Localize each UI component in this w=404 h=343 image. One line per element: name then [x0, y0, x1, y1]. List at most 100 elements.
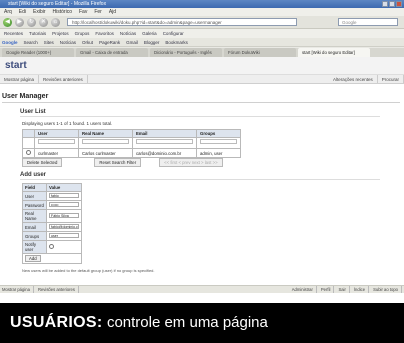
- browser-tab-active[interactable]: start [Wiki do seguro Editar]: [298, 48, 370, 57]
- pager-buttons[interactable]: << first < prev next > last >>: [159, 158, 223, 167]
- menu-item[interactable]: Fav: [79, 8, 87, 16]
- form-row: Groups user: [22, 231, 82, 241]
- old-revisions-link[interactable]: Revisões anteriores: [39, 75, 88, 83]
- browser-tab[interactable]: Google Reader (1000+): [2, 48, 74, 57]
- bookmark-item[interactable]: Galeria: [142, 29, 157, 38]
- filter-groups-input[interactable]: [200, 139, 237, 144]
- menu-item[interactable]: Edi: [19, 8, 26, 16]
- search-link[interactable]: Procurar: [378, 75, 404, 83]
- toolbar-item[interactable]: PageRank: [99, 38, 120, 46]
- bookmark-item[interactable]: Configurar: [163, 29, 184, 38]
- email-field[interactable]: fabio@dominio.com.br: [49, 224, 79, 229]
- filter-row: [22, 137, 241, 149]
- menu-item[interactable]: Arq: [4, 8, 12, 16]
- menu-bar: Arq Edi Exibir Histórico Fav Fer Ajd: [0, 8, 404, 16]
- minimize-button[interactable]: [382, 1, 388, 7]
- field-label: Password: [22, 200, 47, 210]
- address-bar[interactable]: http://localhost/dokuwiki/doku.php?id=st…: [67, 18, 297, 26]
- toolbar-item[interactable]: Notícias: [60, 38, 76, 46]
- bottom-link[interactable]: Índice: [354, 286, 370, 293]
- maximize-button[interactable]: [389, 1, 395, 7]
- bookmark-item[interactable]: Tutoriais: [29, 29, 46, 38]
- column-header[interactable]: Groups: [196, 129, 241, 138]
- notify-user-checkbox[interactable]: [49, 244, 54, 249]
- groups-field[interactable]: user: [49, 233, 79, 238]
- bookmark-item[interactable]: Notícias: [120, 29, 136, 38]
- toolbar-item[interactable]: Orkut: [82, 38, 93, 46]
- wiki-bottom-bar: Mostrar página Revisões anteriores Admin…: [0, 285, 404, 293]
- real-name-field[interactable]: Fábio Silva: [49, 213, 79, 218]
- bookmark-item[interactable]: Recentes: [4, 29, 23, 38]
- field-cell: [46, 240, 82, 254]
- menu-item[interactable]: Histórico: [53, 8, 72, 16]
- form-column-header: Field: [22, 183, 47, 192]
- filter-name-input[interactable]: [82, 139, 129, 144]
- name-cell: Carlos curlmaster: [78, 148, 133, 158]
- bookmarks-toolbar: Recentes Tutoriais Projetos Grupos Favor…: [0, 29, 404, 38]
- field-label: Real Name: [22, 209, 47, 223]
- field-cell: fabio: [46, 191, 82, 201]
- bottom-link[interactable]: Mostrar página: [2, 286, 34, 293]
- row-checkbox[interactable]: [26, 150, 31, 155]
- table-row: curlmaster Carlos curlmaster carlos@domi…: [22, 148, 241, 158]
- add-user-button[interactable]: Add: [25, 255, 41, 262]
- toolbar-item[interactable]: Sites: [44, 38, 54, 46]
- title-bar: start [Wiki do seguro Editar] - Mozilla …: [0, 0, 404, 8]
- form-row: Notify user: [22, 240, 82, 254]
- forward-icon[interactable]: ▶: [15, 17, 24, 27]
- bottom-link[interactable]: Revisões anteriores: [38, 286, 79, 293]
- menu-item[interactable]: Ajd: [109, 8, 116, 16]
- user-cell[interactable]: curlmaster: [34, 148, 79, 158]
- show-page-link[interactable]: Mostrar página: [0, 75, 40, 83]
- toolbar-item[interactable]: Blogger: [144, 38, 160, 46]
- delete-selected-button[interactable]: Delete Selected: [22, 158, 63, 167]
- bottom-link[interactable]: Sair: [338, 286, 350, 293]
- bottom-link[interactable]: Administrar: [292, 286, 317, 293]
- back-icon[interactable]: ◀: [3, 17, 12, 27]
- field-label: Groups: [22, 231, 47, 241]
- toolbar-item[interactable]: Gmail: [126, 38, 138, 46]
- recent-changes-link[interactable]: Alterações recentes: [329, 75, 378, 83]
- user-field[interactable]: fabio: [49, 193, 79, 198]
- bottom-link[interactable]: Perfil: [321, 286, 335, 293]
- filter-email-input[interactable]: [136, 139, 193, 144]
- wiki-header: start: [0, 57, 404, 75]
- bookmark-item[interactable]: Grupos: [75, 29, 90, 38]
- bottom-link[interactable]: Subir ao topo: [373, 286, 402, 293]
- bookmark-item[interactable]: Favoritos: [95, 29, 114, 38]
- wiki-logo[interactable]: start: [5, 60, 27, 71]
- password-field[interactable]: ••••••: [49, 202, 79, 207]
- menu-item[interactable]: Exibir: [33, 8, 46, 16]
- browser-tab[interactable]: Dicionário - Português - Inglês: [150, 48, 222, 57]
- menu-item[interactable]: Fer: [94, 8, 102, 16]
- search-input[interactable]: Google: [338, 18, 398, 26]
- add-user-form: Field Value User fabio Password •••••• R…: [22, 183, 82, 264]
- filter-cell: [132, 137, 197, 149]
- browser-tab[interactable]: Gmail - Caixa de entrada: [76, 48, 148, 57]
- window-title: start [Wiki do seguro Editar] - Mozilla …: [8, 1, 107, 7]
- toolbar-item[interactable]: Search: [24, 38, 38, 46]
- google-logo: Google: [2, 40, 18, 45]
- tab-strip: Google Reader (1000+) Gmail - Caixa de e…: [0, 48, 404, 57]
- form-row: Password ••••••: [22, 200, 82, 210]
- form-row: User fabio: [22, 191, 82, 201]
- filter-cell: [196, 137, 241, 149]
- form-row: Add: [22, 253, 82, 264]
- bookmark-item[interactable]: Projetos: [52, 29, 69, 38]
- stop-icon[interactable]: ✕: [39, 17, 48, 27]
- caption-text: controle em uma página: [106, 314, 268, 331]
- column-header: [22, 129, 35, 138]
- reload-icon[interactable]: ↻: [27, 17, 36, 27]
- browser-tab[interactable]: Fórum DokuWiki: [224, 48, 296, 57]
- form-row: Email fabio@dominio.com.br: [22, 222, 82, 232]
- column-header[interactable]: User: [34, 129, 79, 138]
- filter-user-input[interactable]: [38, 139, 75, 144]
- column-header[interactable]: Email: [132, 129, 197, 138]
- field-cell: user: [46, 231, 82, 241]
- field-label: Notify user: [22, 240, 47, 254]
- close-button[interactable]: [396, 1, 402, 7]
- reset-filter-button[interactable]: Reset Search Filter: [94, 158, 142, 167]
- column-header[interactable]: Real Name: [78, 129, 133, 138]
- home-icon[interactable]: ⌂: [51, 17, 60, 27]
- toolbar-item[interactable]: Bookmarks: [165, 38, 188, 46]
